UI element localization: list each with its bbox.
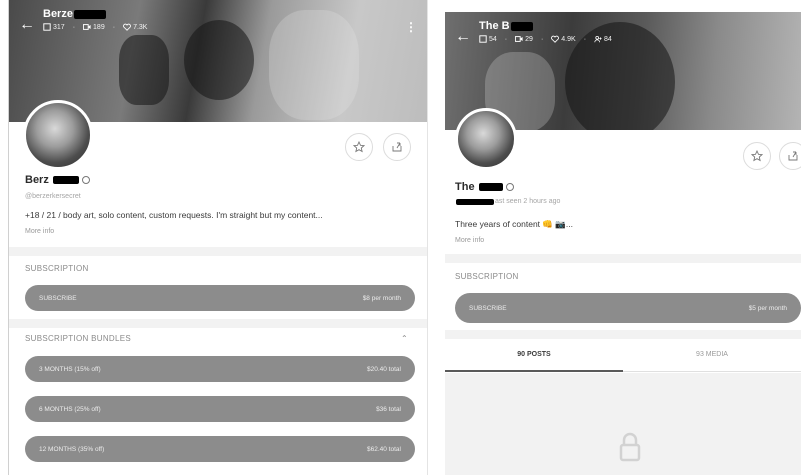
cover-name: The B <box>479 20 612 32</box>
share-icon <box>392 142 402 152</box>
back-arrow-icon[interactable]: ← <box>455 28 473 46</box>
profile-name: The <box>455 181 514 193</box>
profile-stats: 54 · 29 · 4.9K · 84 <box>479 35 612 43</box>
profile-bio: Three years of content 👊 📷... <box>455 219 574 229</box>
star-icon <box>353 141 365 153</box>
redaction <box>52 176 79 184</box>
bundles-label: SUBSCRIPTION BUNDLES <box>25 334 132 343</box>
profile-bio: +18 / 21 / body art, solo content, custo… <box>25 210 323 220</box>
avatar[interactable] <box>455 108 517 170</box>
favorite-button[interactable] <box>345 133 373 161</box>
redaction <box>73 9 106 19</box>
profile-handle: @berzerkersecret <box>25 193 81 200</box>
bundle-button-3-months[interactable]: 3 MONTHS (15% off) $20.40 total <box>25 356 415 382</box>
post-icon <box>479 35 487 43</box>
subscription-label: SUBSCRIPTION <box>25 264 89 273</box>
more-info-link[interactable]: More info <box>25 228 54 235</box>
verified-icon <box>81 176 90 184</box>
back-arrow-icon[interactable]: ← <box>19 16 37 34</box>
star-icon <box>751 150 763 162</box>
left-profile-panel: ← Berze 317 · 189 · 7.3K ⋮ Berz @berzerk… <box>8 0 428 475</box>
subscribe-button[interactable]: SUBSCRIBE $5 per month <box>455 293 801 323</box>
cover-name: Berze <box>43 8 147 20</box>
heart-icon <box>123 23 131 31</box>
redaction <box>510 21 533 31</box>
content-tabs: 90 POSTS 93 MEDIA <box>445 338 801 372</box>
profile-stats: 317 · 189 · 7.3K <box>43 23 147 31</box>
subscription-label: SUBSCRIPTION <box>455 272 519 281</box>
bundle-button-12-months[interactable]: 12 MONTHS (35% off) $62.40 total <box>25 436 415 462</box>
more-info-link[interactable]: More info <box>455 237 484 244</box>
verified-icon <box>505 183 514 191</box>
share-icon <box>788 151 798 161</box>
section-separator <box>445 254 801 263</box>
share-button[interactable] <box>779 142 801 170</box>
more-vertical-icon[interactable]: ⋮ <box>405 20 417 34</box>
tab-posts[interactable]: 90 POSTS <box>445 338 623 372</box>
avatar[interactable] <box>23 100 93 170</box>
section-separator <box>9 319 427 328</box>
profile-name: Berz <box>25 174 90 186</box>
lock-icon <box>619 432 641 462</box>
tab-media[interactable]: 93 MEDIA <box>623 338 801 371</box>
bundle-button-6-months[interactable]: 6 MONTHS (25% off) $36 total <box>25 396 415 422</box>
share-button[interactable] <box>383 133 411 161</box>
subscribe-button[interactable]: SUBSCRIBE $8 per month <box>25 285 415 311</box>
subscribers-icon <box>594 35 602 43</box>
video-icon <box>515 36 523 42</box>
chevron-up-icon[interactable]: ⌃ <box>401 334 408 343</box>
redaction <box>456 198 494 205</box>
section-separator <box>9 247 427 256</box>
heart-icon <box>551 35 560 43</box>
right-profile-panel: ← The B 54 · 29 · 4.9K · 84 The ast seen… <box>445 12 801 475</box>
last-seen: ast seen 2 hours ago <box>455 198 560 205</box>
redaction <box>478 183 503 191</box>
video-icon <box>83 24 91 30</box>
favorite-button[interactable] <box>743 142 771 170</box>
post-icon <box>43 23 51 31</box>
